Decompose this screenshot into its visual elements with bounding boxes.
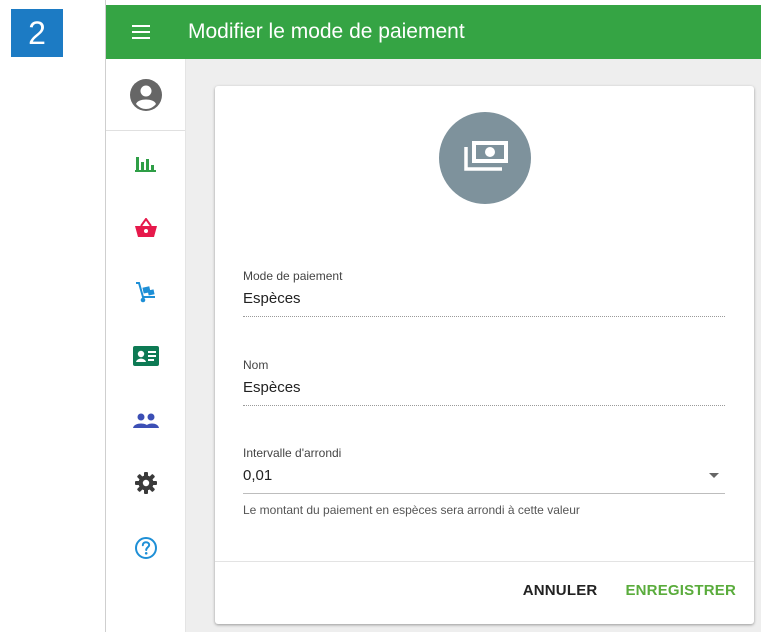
rounding-interval-underline	[243, 493, 725, 494]
rounding-interval-hint: Le montant du paiement en espèces sera a…	[243, 503, 580, 517]
sidebar-item-contacts[interactable]	[106, 336, 186, 376]
help-circle-icon	[135, 537, 157, 559]
name-label: Nom	[243, 358, 269, 372]
rounding-interval-label: Intervalle d'arrondi	[243, 446, 342, 460]
app-bar: Modifier le mode de paiement	[106, 5, 761, 59]
profile-button[interactable]	[106, 59, 185, 131]
cancel-button[interactable]: ANNULER	[523, 582, 598, 599]
dropdown-arrow-icon[interactable]	[709, 472, 719, 478]
save-button[interactable]: ENREGISTRER	[625, 582, 736, 599]
sidebar-item-sales[interactable]	[106, 208, 186, 248]
contact-card-icon	[133, 346, 159, 366]
payment-method-card: Mode de paiement Espèces Nom Espèces Int…	[215, 86, 754, 624]
payment-mode-value: Espèces	[243, 290, 301, 307]
rounding-interval-select[interactable]: Intervalle d'arrondi 0,01 Le montant du …	[243, 446, 725, 517]
shopping-basket-icon	[135, 218, 157, 237]
people-icon	[133, 413, 159, 428]
page-title: Modifier le mode de paiement	[188, 20, 465, 43]
card-actions: ANNULER ENREGISTRER	[523, 582, 736, 599]
actions-divider	[215, 561, 754, 562]
sidebar	[106, 59, 186, 632]
sidebar-item-settings[interactable]	[106, 463, 186, 503]
cash-multiple-icon	[464, 141, 508, 171]
menu-button[interactable]	[106, 5, 176, 59]
sidebar-item-users[interactable]	[106, 401, 186, 441]
step-number-badge: 2	[11, 9, 63, 57]
app-window: Modifier le mode de paiement Mode de pai…	[105, 0, 761, 632]
sidebar-item-help[interactable]	[106, 528, 186, 568]
main-content: Mode de paiement Espèces Nom Espèces Int…	[186, 59, 761, 632]
gear-icon	[135, 472, 157, 494]
name-value: Espèces	[243, 379, 301, 396]
name-field[interactable]: Nom Espèces	[243, 358, 725, 406]
sidebar-item-statistics[interactable]	[106, 143, 186, 183]
payment-mode-field[interactable]: Mode de paiement Espèces	[243, 269, 725, 317]
name-underline	[243, 405, 725, 406]
hand-truck-icon	[136, 282, 155, 303]
payment-avatar	[439, 112, 531, 204]
account-circle-icon	[129, 78, 162, 111]
payment-mode-underline	[243, 316, 725, 317]
sidebar-item-inventory[interactable]	[106, 272, 186, 312]
menu-icon	[132, 25, 150, 39]
payment-mode-label: Mode de paiement	[243, 269, 343, 283]
bar-chart-icon	[135, 157, 156, 172]
rounding-interval-value: 0,01	[243, 467, 273, 484]
